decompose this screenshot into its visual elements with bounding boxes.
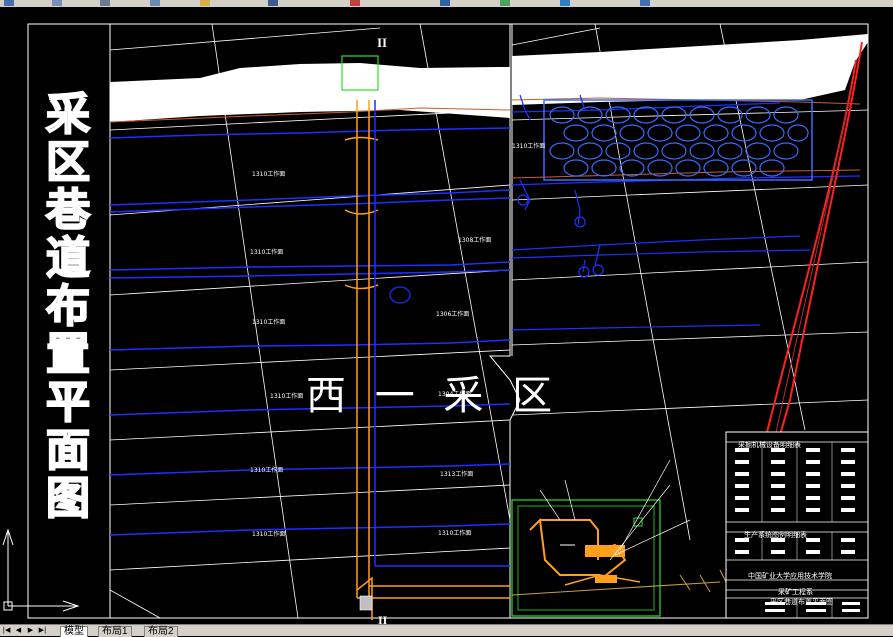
- tab-last-icon[interactable]: ▶|: [38, 627, 47, 634]
- legend-school: 中国矿业大学应用技术学院: [748, 572, 832, 580]
- section-mark-top: II: [377, 35, 388, 50]
- layer-icon[interactable]: [560, 0, 570, 6]
- vertical-title: 采区巷道布置平面图: [36, 89, 100, 524]
- area-label: 西 一 采 区: [306, 373, 561, 419]
- tab-layout1[interactable]: 布局1: [98, 626, 132, 637]
- pillar-pattern: [549, 106, 809, 177]
- surface-band-right: [512, 34, 868, 105]
- coal-pillar-block: [543, 99, 813, 181]
- save-icon[interactable]: [100, 0, 110, 6]
- lower-system-diagram: [511, 459, 751, 617]
- legend-dept: 采矿工程系: [778, 588, 813, 596]
- title-char: 置: [45, 329, 91, 380]
- print-icon[interactable]: [150, 0, 160, 6]
- title-char: 采: [45, 89, 91, 140]
- new-icon[interactable]: [4, 0, 14, 6]
- tunnel-label: 1310工作面: [252, 319, 286, 326]
- open-icon[interactable]: [52, 0, 62, 6]
- tab-next-icon[interactable]: ▶: [26, 627, 35, 634]
- cut-icon[interactable]: [200, 0, 210, 6]
- legend-title-block: 采区巷道布置平面图: [770, 598, 833, 606]
- properties-icon[interactable]: [500, 0, 510, 6]
- drawing-canvas[interactable]: 采区巷道布置平面图 II II 西 一 采 区 1310工作面 1310工作面 13…: [0, 7, 893, 627]
- ucs-icon: [2, 528, 80, 612]
- main-shaft: [344, 100, 510, 620]
- undo-icon[interactable]: [268, 0, 278, 6]
- title-char: 布: [45, 281, 91, 332]
- legend-header-equipment: 采掘机械设备明细表: [738, 441, 801, 449]
- connectors-right: [517, 94, 604, 278]
- tunnel-label: 1310工作面: [250, 249, 284, 256]
- tunnel-label: 1310工作面: [270, 393, 304, 400]
- pan-icon[interactable]: [350, 0, 360, 6]
- layer-tools-icon[interactable]: [640, 0, 650, 6]
- roadways-right: [511, 102, 861, 331]
- title-char: 巷: [45, 185, 91, 236]
- tab-model[interactable]: 模型: [60, 626, 88, 637]
- tunnel-label: 1304工作面: [438, 391, 472, 398]
- tunnel-label: 1310工作面: [438, 530, 472, 537]
- tunnel-label: 1310工作面: [250, 467, 284, 474]
- legend-header-system: 生产系统图例明细表: [744, 531, 807, 539]
- tab-first-icon[interactable]: |◀: [2, 627, 11, 634]
- tunnel-label: 1310工作面: [512, 143, 546, 150]
- tunnel-label: 1308工作面: [458, 237, 492, 244]
- title-char: 平: [45, 377, 91, 428]
- tab-prev-icon[interactable]: ◀: [14, 627, 23, 634]
- title-char: 区: [45, 137, 91, 188]
- title-char: 面: [45, 425, 91, 476]
- tab-layout2[interactable]: 布局2: [144, 626, 178, 637]
- tunnel-label: 1310工作面: [252, 171, 286, 178]
- tunnel-label: 1306工作面: [436, 311, 470, 318]
- layout-tabbar: |◀ ◀ ▶ ▶| 模型 布局1 布局2: [0, 624, 893, 637]
- title-char: 图: [45, 473, 91, 524]
- tunnel-label: 1313工作面: [440, 471, 474, 478]
- tunnel-label: 1310工作面: [252, 531, 286, 538]
- zoom-icon[interactable]: [440, 0, 450, 6]
- title-char: 道: [45, 233, 91, 284]
